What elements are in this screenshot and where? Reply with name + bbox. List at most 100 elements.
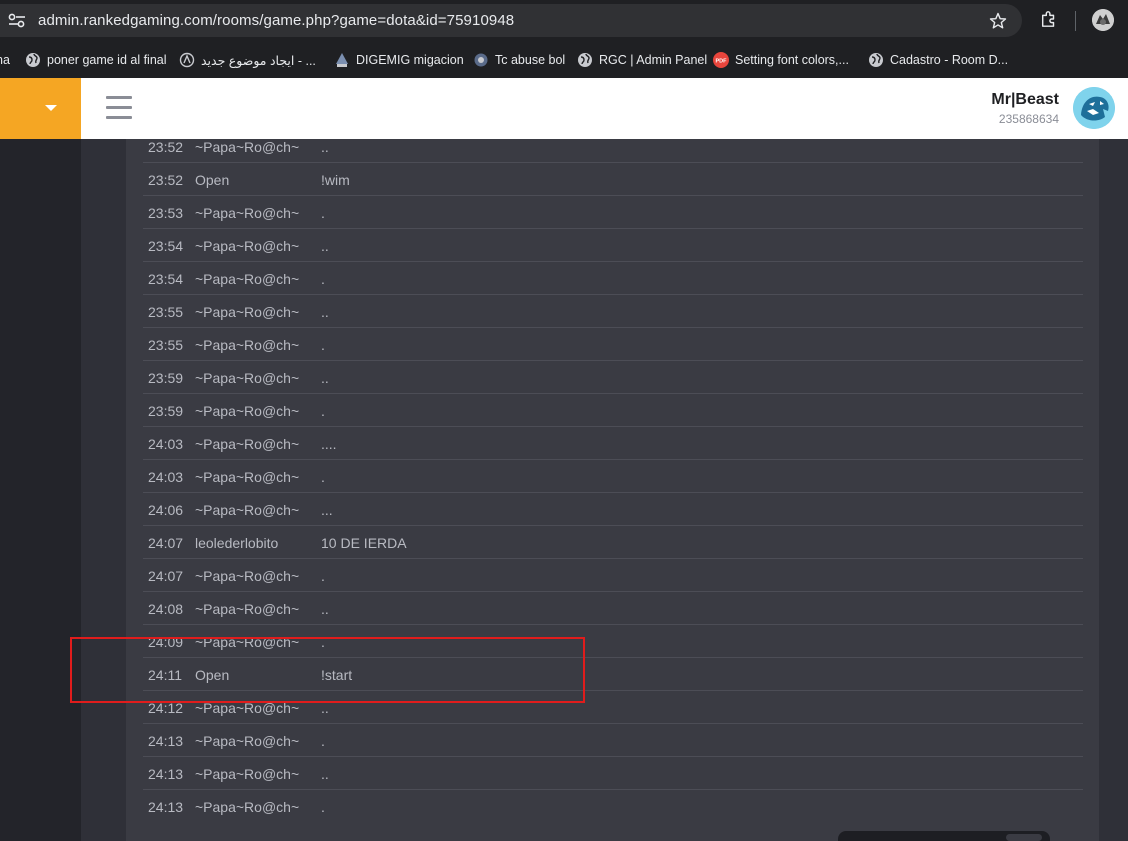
- chat-message: .: [321, 799, 325, 815]
- chat-user: ~Papa~Ro@ch~: [195, 205, 300, 221]
- bookmark-label: na: [0, 53, 10, 67]
- bookmark-label: ايجاد موضوع جديد - ...: [201, 53, 316, 68]
- chat-user: ~Papa~Ro@ch~: [195, 403, 300, 419]
- site-icon: [179, 52, 195, 68]
- chat-row: 23:52 Open !wim: [143, 163, 1083, 196]
- bookmark-label: RGC | Admin Panel: [599, 53, 708, 67]
- bookmark-item[interactable]: DIGEMIG migacion: [334, 51, 464, 69]
- chat-message: 10 DE IERDA: [321, 535, 407, 551]
- svg-text:PDF: PDF: [716, 59, 728, 65]
- chat-time: 23:52: [148, 139, 184, 155]
- site-icon: [336, 53, 348, 67]
- chat-row: 23:54 ~Papa~Ro@ch~.: [143, 262, 1083, 295]
- chat-time: 23:54: [148, 271, 184, 287]
- bookmark-item[interactable]: Cadastro - Room D...: [868, 51, 1008, 69]
- chat-user: ~Papa~Ro@ch~: [195, 436, 300, 452]
- chat-user: Open: [195, 172, 230, 188]
- chat-user: ~Papa~Ro@ch~: [195, 337, 300, 353]
- chat-time: 24:07: [148, 535, 184, 551]
- chat-message: .: [321, 337, 325, 353]
- browser-toolbar: admin.rankedgaming.com/rooms/game.php?ga…: [0, 0, 1128, 42]
- chat-message: ...: [321, 502, 333, 518]
- toolbar-divider: [1075, 11, 1076, 31]
- chat-user: leolederlobito: [195, 535, 279, 551]
- site-settings-icon[interactable]: [8, 13, 26, 28]
- chat-user: ~Papa~Ro@ch~: [195, 238, 300, 254]
- hamburger-menu-icon[interactable]: [106, 96, 132, 120]
- globe-icon: [578, 53, 592, 67]
- chat-user: ~Papa~Ro@ch~: [195, 139, 300, 155]
- chat-row: 24:03 ~Papa~Ro@ch~....: [143, 427, 1083, 460]
- chat-time: 23:59: [148, 370, 184, 386]
- chat-row: 24:07 leolederlobito 10 DE IERDA: [143, 526, 1083, 559]
- chat-row: 23:59 ~Papa~Ro@ch~..: [143, 361, 1083, 394]
- chat-row: 24:13 ~Papa~Ro@ch~..: [143, 757, 1083, 790]
- chat-time: 23:52: [148, 172, 184, 188]
- bookmark-label: Cadastro - Room D...: [890, 53, 1009, 67]
- chat-user: ~Papa~Ro@ch~: [195, 469, 300, 485]
- bookmark-item[interactable]: RGC | Admin Panel: [577, 51, 707, 69]
- chat-time: 23:55: [148, 337, 184, 353]
- caret-down-icon[interactable]: [45, 105, 57, 111]
- bookmark-item[interactable]: Tc abuse bol: [473, 51, 565, 69]
- chat-message: ..: [321, 139, 329, 155]
- highlight-annotation-box: [70, 637, 585, 703]
- bookmark-item[interactable]: poner game id al final: [25, 51, 167, 69]
- address-bar[interactable]: admin.rankedgaming.com/rooms/game.php?ga…: [0, 4, 1022, 37]
- chat-row: 23:55 ~Papa~Ro@ch~.: [143, 328, 1083, 361]
- chat-time: 24:03: [148, 436, 184, 452]
- chat-row: 24:06 ~Papa~Ro@ch~...: [143, 493, 1083, 526]
- chat-time: 23:59: [148, 403, 184, 419]
- bookmark-item[interactable]: PDF Setting font colors,...: [713, 51, 849, 69]
- site-icon: [474, 53, 488, 67]
- chat-time: 24:03: [148, 469, 184, 485]
- user-avatar[interactable]: [1073, 87, 1115, 129]
- extensions-icon[interactable]: [1040, 10, 1058, 28]
- chat-time: 24:13: [148, 799, 184, 815]
- chat-time: 24:13: [148, 766, 184, 782]
- chat-user: ~Papa~Ro@ch~: [195, 304, 300, 320]
- user-name[interactable]: Mr|Beast: [991, 91, 1059, 109]
- chat-time: 24:06: [148, 502, 184, 518]
- chat-message: .: [321, 469, 325, 485]
- chat-message: ....: [321, 436, 337, 452]
- chat-row: 23:53 ~Papa~Ro@ch~.: [143, 196, 1083, 229]
- user-id: 235868634: [998, 112, 1059, 126]
- chat-message: !wim: [321, 172, 350, 188]
- chat-row: 23:59 ~Papa~Ro@ch~.: [143, 394, 1083, 427]
- sidebar-toggle[interactable]: [0, 78, 81, 139]
- chat-user: ~Papa~Ro@ch~: [195, 568, 300, 584]
- chat-message: ..: [321, 304, 329, 320]
- globe-icon: [869, 53, 883, 67]
- bookmark-star-icon[interactable]: [988, 11, 1008, 31]
- bookmark-label: poner game id al final: [47, 53, 167, 67]
- chat-time: 23:54: [148, 238, 184, 254]
- chat-message: .: [321, 271, 325, 287]
- chat-message: ..: [321, 766, 329, 782]
- chat-time: 24:07: [148, 568, 184, 584]
- chat-row: 23:54 ~Papa~Ro@ch~..: [143, 229, 1083, 262]
- url-text[interactable]: admin.rankedgaming.com/rooms/game.php?ga…: [38, 12, 514, 29]
- pdf-icon: PDF: [713, 52, 729, 68]
- chat-message: .: [321, 568, 325, 584]
- bookmark-item[interactable]: na: [0, 51, 10, 69]
- chat-user: ~Papa~Ro@ch~: [195, 271, 300, 287]
- scrollbar-thumb[interactable]: [1006, 834, 1042, 841]
- chat-time: 24:13: [148, 733, 184, 749]
- bookmark-label: DIGEMIG migacion: [356, 53, 464, 67]
- bookmark-label: Setting font colors,...: [735, 53, 849, 67]
- chat-user: ~Papa~Ro@ch~: [195, 799, 300, 815]
- horizontal-scrollbar[interactable]: [838, 831, 1050, 841]
- left-sidebar: [0, 139, 81, 841]
- bookmark-item[interactable]: ايجاد موضوع جديد - ...: [179, 51, 316, 69]
- chat-time: 23:55: [148, 304, 184, 320]
- chat-message: .: [321, 205, 325, 221]
- chat-row: 24:07 ~Papa~Ro@ch~.: [143, 559, 1083, 592]
- chat-user: ~Papa~Ro@ch~: [195, 502, 300, 518]
- chat-time: 24:08: [148, 601, 184, 617]
- chat-message: ..: [321, 370, 329, 386]
- chat-user: ~Papa~Ro@ch~: [195, 601, 300, 617]
- chat-row: 23:52 ~Papa~Ro@ch~..: [143, 130, 1083, 163]
- profile-avatar-icon[interactable]: [1092, 9, 1114, 31]
- chat-user: ~Papa~Ro@ch~: [195, 370, 300, 386]
